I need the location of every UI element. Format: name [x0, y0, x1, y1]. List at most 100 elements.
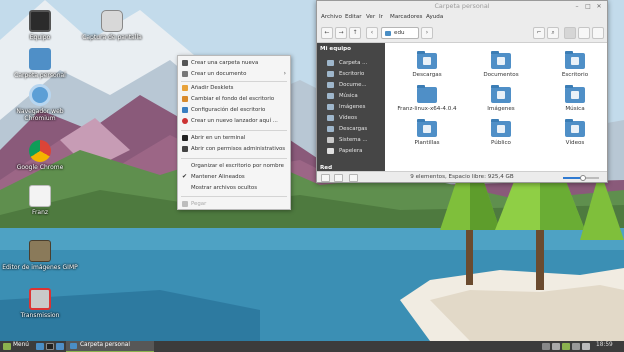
- desktop-icon-carpeta-personal[interactable]: Carpeta personal: [0, 48, 80, 79]
- document-new-icon: [182, 71, 188, 77]
- desktop-icon-gimp[interactable]: Editor de imágenes GIMP: [0, 240, 80, 271]
- file-item-plantillas[interactable]: Plantillas: [397, 119, 457, 146]
- download-folder-icon: [417, 51, 437, 69]
- sidebar-item-descargas[interactable]: Descargas: [327, 124, 383, 134]
- mint-menu-icon[interactable]: [3, 343, 11, 350]
- desktop-icon-franz[interactable]: Franz: [0, 185, 80, 216]
- desktop-icon-captura[interactable]: Captura de pantalla: [72, 10, 152, 41]
- forward-button[interactable]: →: [335, 27, 347, 39]
- task-carpeta-personal[interactable]: Carpeta personal: [66, 341, 154, 352]
- filesystem-icon: [327, 137, 334, 143]
- menu-button[interactable]: Menú: [13, 342, 29, 348]
- admin-icon: [182, 146, 188, 152]
- file-item-documentos[interactable]: Documentos: [471, 51, 531, 78]
- file-item-musica[interactable]: Música: [545, 85, 605, 112]
- sidebar-item-carpeta[interactable]: Carpeta ...: [327, 58, 383, 68]
- chromium-icon: [29, 84, 51, 106]
- menu-item-new-folder[interactable]: Crear una carpeta nueva: [178, 58, 290, 68]
- sidebar-item-papelera[interactable]: Papelera: [327, 146, 383, 156]
- show-desktop-icon[interactable]: [36, 343, 44, 350]
- icon-view-button[interactable]: [564, 27, 576, 39]
- documents-folder-icon: [327, 82, 334, 88]
- menubar: Archivo Editar Ver Ir Marcadores Ayuda: [317, 13, 607, 24]
- videos-folder-icon: [327, 115, 334, 121]
- sidebar: Mi equipo Carpeta ... Escritorio Docume.…: [317, 43, 385, 171]
- menu-ver[interactable]: Ver: [366, 14, 375, 20]
- folder-icon: [417, 85, 437, 103]
- terminal-button[interactable]: ⌐: [533, 27, 545, 39]
- menu-item-paste[interactable]: Pegar: [178, 199, 290, 209]
- minimize-icon[interactable]: –: [573, 3, 581, 11]
- compact-view-button[interactable]: [592, 27, 604, 39]
- menu-item-open-admin[interactable]: Abrir con permisos administrativos: [178, 144, 290, 154]
- menu-archivo[interactable]: Archivo: [321, 14, 342, 20]
- desktop-context-menu: Crear una carpeta nueva Crear un documen…: [177, 55, 291, 210]
- videos-folder-icon: [565, 119, 585, 137]
- user-icon[interactable]: [572, 343, 580, 350]
- back-button[interactable]: ←: [321, 27, 333, 39]
- menu-separator: [181, 81, 287, 82]
- sidebar-item-sistema[interactable]: Sistema ...: [327, 135, 383, 145]
- sidebar-item-musica[interactable]: Música: [327, 91, 383, 101]
- menu-item-keep-aligned[interactable]: ✔ Mantener Alineados: [178, 172, 290, 182]
- public-folder-icon: [491, 119, 511, 137]
- update-manager-icon[interactable]: [562, 343, 570, 350]
- check-icon: ✔: [182, 173, 188, 180]
- toolbar: ← → ↑ ‹ edu › ⌐ ⌕: [317, 24, 607, 43]
- file-item-escritorio[interactable]: Escritorio: [545, 51, 605, 78]
- sidebar-item-imagenes[interactable]: Imágenes: [327, 102, 383, 112]
- folder-icon: [70, 343, 77, 349]
- maximize-icon[interactable]: □: [584, 3, 592, 11]
- clock[interactable]: 18:59: [596, 342, 613, 348]
- desktop-folder-icon: [565, 51, 585, 69]
- window-titlebar[interactable]: Carpeta personal – □ ✕: [317, 1, 607, 13]
- menu-item-open-terminal[interactable]: Abrir en un terminal: [178, 133, 290, 143]
- file-item-franz[interactable]: Franz-linux-x64-4.0.4: [397, 85, 457, 112]
- menu-item-change-wallpaper[interactable]: Cambiar el fondo del escritorio: [178, 94, 290, 104]
- desktop-icon-equipo[interactable]: Equipo: [0, 10, 80, 41]
- menu-separator: [181, 158, 287, 159]
- sidebar-item-documentos[interactable]: Docume...: [327, 80, 383, 90]
- menu-ayuda[interactable]: Ayuda: [426, 14, 443, 20]
- terminal-launcher-icon[interactable]: [46, 343, 54, 350]
- menu-ir[interactable]: Ir: [379, 14, 383, 20]
- menu-item-show-hidden[interactable]: Mostrar archivos ocultos: [178, 183, 290, 193]
- file-item-videos[interactable]: Vídeos: [545, 119, 605, 146]
- desktop-icon-chrome[interactable]: Google Chrome: [0, 140, 80, 171]
- volume-icon[interactable]: [552, 343, 560, 350]
- network-icon[interactable]: [542, 343, 550, 350]
- crumb-prev-button[interactable]: ‹: [366, 27, 378, 39]
- battery-icon[interactable]: [582, 343, 590, 350]
- menu-item-sort-by-name[interactable]: Organizar el escritorio por nombre: [178, 161, 290, 171]
- search-button[interactable]: ⌕: [547, 27, 559, 39]
- folder-new-icon: [182, 60, 188, 66]
- files-launcher-icon[interactable]: [56, 343, 64, 350]
- file-item-imagenes[interactable]: Imágenes: [471, 85, 531, 112]
- zoom-slider[interactable]: [563, 175, 599, 181]
- menu-item-new-launcher[interactable]: Crear un nuevo lanzador aquí ...: [178, 116, 290, 126]
- sidebar-item-videos[interactable]: Vídeos: [327, 113, 383, 123]
- up-button[interactable]: ↑: [349, 27, 361, 39]
- sidebar-item-escritorio[interactable]: Escritorio: [327, 69, 383, 79]
- menu-item-add-desklets[interactable]: Añadir Desklets: [178, 83, 290, 93]
- breadcrumb-home[interactable]: edu: [381, 27, 419, 39]
- desktop-icon-chromium[interactable]: Navegador web Chromium: [0, 84, 80, 122]
- zoom-slider-handle[interactable]: [579, 175, 586, 181]
- menu-marcadores[interactable]: Marcadores: [390, 14, 422, 20]
- menu-item-new-document[interactable]: Crear un documento ›: [178, 69, 290, 79]
- home-folder-icon: [327, 60, 334, 66]
- menu-editar[interactable]: Editar: [345, 14, 362, 20]
- list-view-button[interactable]: [578, 27, 590, 39]
- menu-item-desktop-settings[interactable]: Configuración del escritorio: [178, 105, 290, 115]
- desktop-icon-transmission[interactable]: Transmission: [0, 288, 80, 319]
- file-item-publico[interactable]: Público: [471, 119, 531, 146]
- submenu-arrow-icon: ›: [283, 70, 286, 77]
- close-icon[interactable]: ✕: [595, 3, 603, 11]
- pictures-folder-icon: [491, 85, 511, 103]
- home-folder-icon: [385, 31, 391, 36]
- file-item-descargas[interactable]: Descargas: [397, 51, 457, 78]
- menu-separator: [181, 130, 287, 131]
- crumb-next-button[interactable]: ›: [421, 27, 433, 39]
- wallpaper-icon: [182, 96, 188, 102]
- camera-icon: [101, 10, 123, 32]
